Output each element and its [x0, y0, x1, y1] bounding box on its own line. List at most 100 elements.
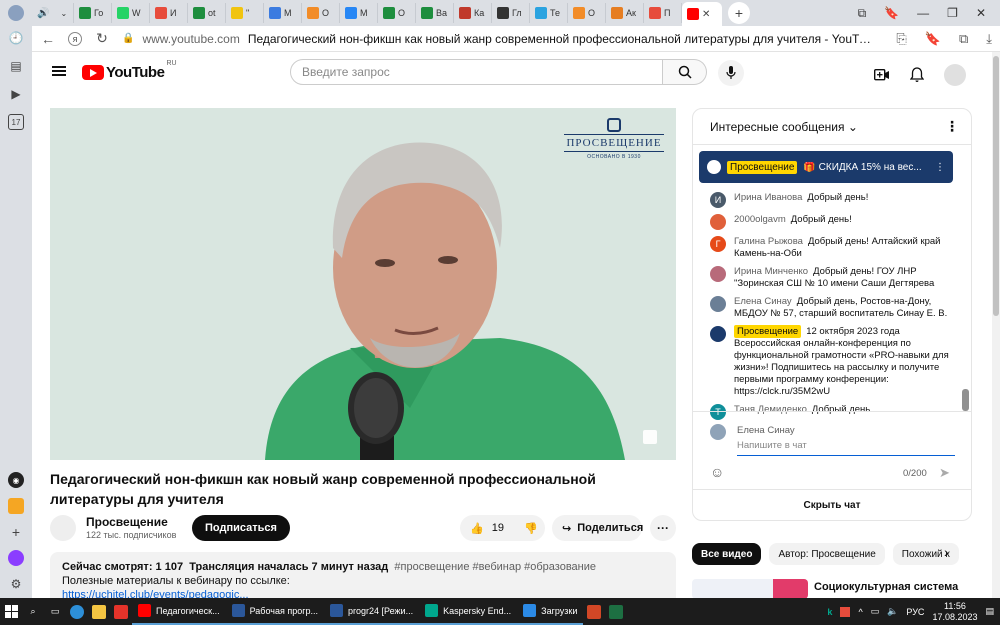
browser-tab[interactable]: М [264, 3, 302, 23]
description-box[interactable]: Сейчас смотрят: 1 107 Трансляция началас… [50, 552, 676, 598]
pinned-more-icon[interactable]: ⋮ [935, 162, 945, 173]
calendar-icon[interactable]: 17 [8, 114, 24, 130]
taskbar-app[interactable]: Загрузки [517, 598, 584, 625]
browser-tab[interactable]: Го [74, 3, 112, 23]
page-scrollbar[interactable] [992, 52, 1000, 598]
recommended-title[interactable]: Социокультурная система [814, 581, 958, 593]
chat-mode-selector[interactable]: Интересные сообщения ⌄ [710, 120, 858, 134]
tray-app-icon[interactable] [840, 606, 851, 617]
chat-message[interactable]: Г Галина Рыжова Добрый день! Алтайский кра… [693, 233, 961, 263]
profile-button[interactable] [0, 0, 32, 26]
notifications-bell-icon[interactable] [910, 67, 924, 83]
youtube-logo[interactable]: YouTube RU [82, 60, 177, 81]
filter-chip[interactable]: Автор: Просвещение [769, 543, 885, 565]
notifications-icon[interactable]: ▤ [985, 606, 994, 617]
maximize-icon[interactable]: ❐ [947, 6, 958, 21]
tray-expand-icon[interactable]: ^ [858, 607, 862, 617]
mail-icon[interactable] [8, 498, 24, 514]
chat-message[interactable]: И Ирина Иванова Добрый день! [693, 189, 961, 211]
emoji-icon[interactable]: ☺ [710, 464, 724, 480]
browser-tab[interactable]: Ак [606, 3, 644, 23]
bookmark-icon[interactable]: 🔖 [884, 6, 899, 21]
minimize-icon[interactable]: — [917, 6, 929, 21]
excel-icon[interactable] [605, 598, 627, 625]
add-icon[interactable]: + [8, 524, 24, 540]
voice-search-button[interactable] [718, 60, 744, 86]
browser-tab[interactable]: О [302, 3, 340, 23]
chat-input[interactable]: Напишите в чат [737, 440, 955, 456]
search-input[interactable]: Введите запрос [290, 59, 663, 85]
browser-tab[interactable]: П [644, 3, 682, 23]
filter-chip[interactable]: Все видео [692, 543, 762, 565]
more-actions-button[interactable]: ··· [650, 515, 676, 541]
hide-chat-button[interactable]: Скрыть чат [693, 489, 971, 520]
task-view-icon[interactable]: ▭ [44, 598, 66, 625]
browser-tab[interactable]: Ва [416, 3, 454, 23]
chat-scrollbar[interactable] [962, 389, 969, 411]
subscribe-button[interactable]: Подписаться [192, 515, 290, 541]
chevron-right-icon[interactable]: › [944, 544, 949, 560]
browser-tab[interactable]: Гл [492, 3, 530, 23]
browser-tab[interactable]: " [226, 3, 264, 23]
alice-icon[interactable] [8, 550, 24, 566]
browser-tab[interactable]: Те [530, 3, 568, 23]
reader-mode-icon[interactable]: ⎘ [896, 31, 906, 47]
pinned-message[interactable]: Просвещение 🎁 СКИДКА 15% на вес... ⋮ [699, 151, 953, 183]
taskbar-app[interactable]: Рабочая прогр... [225, 598, 324, 625]
history-icon[interactable]: 🕘 [8, 30, 24, 46]
browser-tab[interactable]: W [112, 3, 150, 23]
description-link[interactable]: https://uchitel.club/events/pedagogic... [62, 588, 664, 598]
close-tab-icon[interactable]: ✕ [702, 9, 710, 20]
browser-tab[interactable]: И [150, 3, 188, 23]
url-field[interactable]: 🔒 www.youtube.com Педагогический нон-фик… [122, 32, 874, 46]
chat-message[interactable]: Елена Синау Добрый день, Ростов-на-Дону, … [693, 293, 961, 323]
start-icon[interactable] [0, 598, 22, 625]
collections-icon[interactable]: ▤ [8, 58, 24, 74]
create-video-icon[interactable] [874, 69, 890, 81]
powerpoint-icon[interactable] [583, 598, 605, 625]
video-icon[interactable]: ▶ [8, 86, 24, 102]
settings-icon[interactable]: ⚙ [8, 576, 24, 592]
kaspersky-tray-icon[interactable]: k [827, 607, 832, 617]
browser-tab[interactable]: О [378, 3, 416, 23]
dislike-button[interactable]: 👎 [514, 515, 548, 541]
recommended-video[interactable]: Социокультурная система [692, 579, 992, 598]
tab-youtube-active[interactable]: ✕ [682, 2, 722, 26]
like-button[interactable]: 👍 19 [460, 515, 514, 541]
yandex-browser-icon[interactable] [110, 598, 132, 625]
assistant-icon[interactable]: ◉ [8, 472, 24, 488]
extensions-icon[interactable]: ⧉ [959, 31, 968, 47]
send-icon[interactable]: ➤ [939, 465, 950, 481]
close-window-icon[interactable]: ✕ [976, 6, 986, 21]
taskbar-app[interactable]: progr24 [Режи... [324, 598, 420, 625]
browser-tab[interactable]: О [568, 3, 606, 23]
taskbar-app[interactable]: Педагогическ... [132, 598, 226, 625]
chat-more-icon[interactable]: ⋮ [945, 118, 959, 135]
channel-name[interactable]: Просвещение [86, 515, 168, 529]
recommended-thumbnail[interactable] [692, 579, 808, 598]
back-arrow-icon[interactable]: ← [40, 31, 56, 47]
reload-icon[interactable]: ↻ [94, 30, 110, 47]
downloads-icon[interactable]: ⤓ [986, 31, 992, 47]
new-tab-button[interactable]: + [728, 2, 750, 24]
browser-tab[interactable]: М [340, 3, 378, 23]
chat-message[interactable]: Просвещение 12 октября 2023 года Всеросси… [693, 323, 961, 401]
taskbar-app[interactable]: Kaspersky End... [419, 598, 518, 625]
tabs-overview-icon[interactable]: ⧉ [858, 6, 867, 21]
clock[interactable]: 11:56 17.08.2023 [932, 601, 977, 623]
share-button[interactable]: ↪ Поделиться [552, 515, 643, 541]
chat-message[interactable]: 2000olgavm Добрый день! [693, 211, 961, 233]
network-icon[interactable]: ▭ [871, 606, 880, 617]
video-player[interactable]: ПРОСВЕЩЕНИЕ ОСНОВАНО В 1930 [50, 108, 676, 460]
search-button[interactable] [663, 59, 707, 85]
hashtags[interactable]: #просвещение #вебинар #образование [394, 561, 596, 573]
chat-message[interactable]: Ирина Минченко Добрый день! ГОУ ЛНР "Зори… [693, 263, 961, 293]
channel-avatar[interactable] [50, 515, 76, 541]
bookmark-page-icon[interactable]: 🔖 [925, 31, 941, 47]
yandex-icon[interactable]: я [68, 31, 82, 46]
explorer-icon[interactable] [88, 598, 110, 625]
browser-tab[interactable]: ot [188, 3, 226, 23]
search-icon[interactable]: ⌕ [22, 598, 44, 625]
tab-audio[interactable]: 🔊 ⌄ [32, 3, 74, 23]
edge-icon[interactable] [66, 598, 88, 625]
